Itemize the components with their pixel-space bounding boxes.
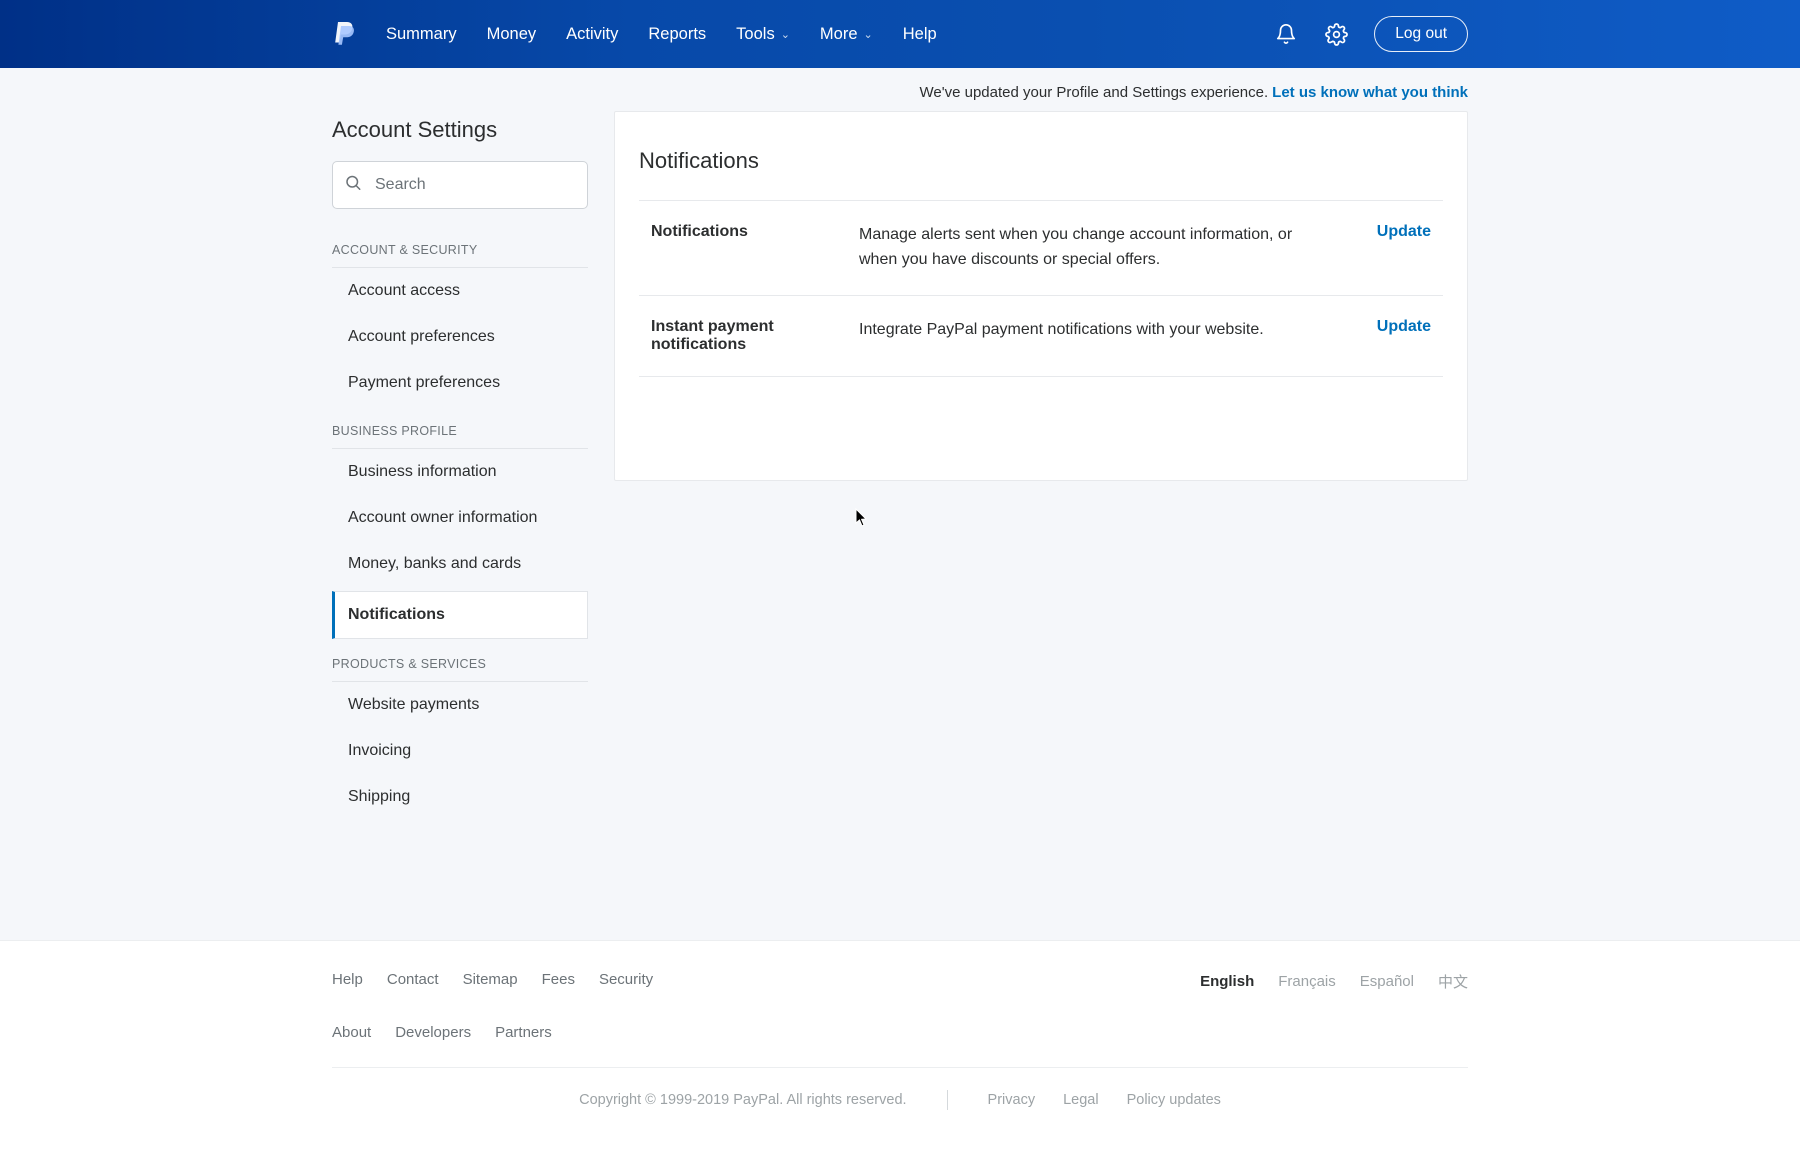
sidebar-item-website-payments[interactable]: Website payments — [332, 682, 588, 728]
page-title: Account Settings — [332, 117, 588, 143]
top-nav: Summary Money Activity Reports Tools⌄ More⌄ He… — [0, 0, 1800, 68]
legal-link-policy-updates[interactable]: Policy updates — [1127, 1092, 1221, 1108]
notifications-bell-icon[interactable] — [1274, 22, 1298, 46]
footer: Help Contact Sitemap Fees Security About Devel… — [0, 940, 1800, 1160]
update-link[interactable]: Update — [1377, 318, 1431, 335]
footer-link-sitemap[interactable]: Sitemap — [463, 971, 518, 988]
nav-help[interactable]: Help — [903, 25, 937, 44]
update-banner: We've updated your Profile and Settings … — [0, 68, 1800, 111]
content-card: Notifications Notifications Manage alerts… — [614, 111, 1468, 481]
settings-row: Notifications Manage alerts sent when you… — [639, 200, 1443, 295]
sidebar: Account Settings ACCOUNT & SECURITYAccou… — [332, 111, 588, 820]
language-français[interactable]: Français — [1278, 973, 1336, 990]
footer-divider — [947, 1090, 948, 1110]
nav-more[interactable]: More⌄ — [820, 25, 873, 44]
nav-tools[interactable]: Tools⌄ — [736, 25, 790, 44]
row-label: Instant payment notifications — [639, 318, 839, 354]
language-english[interactable]: English — [1200, 973, 1254, 990]
sidebar-item-business-information[interactable]: Business information — [332, 449, 588, 495]
search-icon — [344, 174, 362, 197]
chevron-down-icon: ⌄ — [864, 28, 873, 41]
row-description: Integrate PayPal payment notifications w… — [859, 318, 1303, 343]
language-中文[interactable]: 中文 — [1438, 971, 1468, 992]
sidebar-item-account-owner-information[interactable]: Account owner information — [332, 495, 588, 541]
sidebar-group-header: ACCOUNT & SECURITY — [332, 233, 588, 268]
sidebar-item-money-banks-and-cards[interactable]: Money, banks and cards — [332, 541, 588, 587]
content-title: Notifications — [639, 148, 1443, 200]
row-label: Notifications — [639, 223, 839, 241]
language-español[interactable]: Español — [1360, 973, 1414, 990]
sidebar-item-invoicing[interactable]: Invoicing — [332, 728, 588, 774]
search-input[interactable] — [332, 161, 588, 209]
footer-link-security[interactable]: Security — [599, 971, 653, 988]
paypal-logo[interactable] — [332, 19, 358, 49]
logout-button[interactable]: Log out — [1374, 16, 1468, 52]
sidebar-group-header: PRODUCTS & SERVICES — [332, 647, 588, 682]
copyright-text: Copyright © 1999-2019 PayPal. All rights… — [579, 1092, 906, 1108]
nav-activity[interactable]: Activity — [566, 25, 618, 44]
legal-link-legal[interactable]: Legal — [1063, 1092, 1098, 1108]
nav-reports[interactable]: Reports — [648, 25, 706, 44]
sidebar-item-notifications[interactable]: Notifications — [332, 591, 588, 639]
sidebar-item-payment-preferences[interactable]: Payment preferences — [332, 360, 588, 406]
sidebar-item-shipping[interactable]: Shipping — [332, 774, 588, 820]
legal-link-privacy[interactable]: Privacy — [988, 1092, 1036, 1108]
footer-link-partners[interactable]: Partners — [495, 1024, 552, 1041]
sidebar-item-account-access[interactable]: Account access — [332, 268, 588, 314]
settings-row: Instant payment notifications Integrate P… — [639, 295, 1443, 377]
footer-link-contact[interactable]: Contact — [387, 971, 439, 988]
banner-feedback-link[interactable]: Let us know what you think — [1272, 84, 1468, 101]
sidebar-item-account-preferences[interactable]: Account preferences — [332, 314, 588, 360]
footer-link-developers[interactable]: Developers — [395, 1024, 471, 1041]
nav-summary[interactable]: Summary — [386, 25, 457, 44]
sidebar-group-header: BUSINESS PROFILE — [332, 414, 588, 449]
update-link[interactable]: Update — [1377, 223, 1431, 240]
footer-link-about[interactable]: About — [332, 1024, 371, 1041]
settings-gear-icon[interactable] — [1324, 22, 1348, 46]
nav-money[interactable]: Money — [487, 25, 537, 44]
row-description: Manage alerts sent when you change accou… — [859, 223, 1303, 273]
banner-text: We've updated your Profile and Settings … — [920, 84, 1269, 101]
chevron-down-icon: ⌄ — [781, 28, 790, 41]
footer-link-help[interactable]: Help — [332, 971, 363, 988]
footer-link-fees[interactable]: Fees — [542, 971, 575, 988]
